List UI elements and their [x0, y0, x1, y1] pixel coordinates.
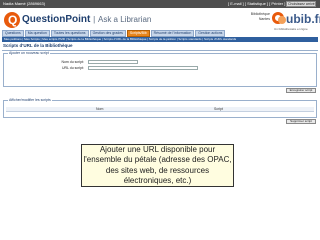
column-header-name[interactable]: Nom: [96, 107, 103, 112]
logo-text: QuestionPoint | Ask a Librarian: [22, 14, 151, 26]
script-table-header: Nom Script: [6, 107, 314, 112]
tab-summary[interactable]: Résumé de l'information: [150, 30, 195, 37]
language-select[interactable]: Choisissez arrivé: [286, 1, 316, 7]
annotation-callout: Ajouter une URL disponible pour l'ensemb…: [81, 144, 234, 187]
tab-scripts[interactable]: Scripts/Bib: [126, 30, 150, 37]
top-bar: Nadia Mamé (2869663) [ E-mail ] [ Statis…: [0, 0, 320, 8]
ubib-logo: ubib.fr Un bibliothécaire en ligne: [272, 10, 320, 38]
add-script-legend: Ajouter un nouveau script: [8, 51, 50, 55]
questionpoint-mark-icon: Q: [4, 12, 20, 28]
main-tabs: Questions Ma question Toutes les questio…: [2, 30, 226, 37]
tab-questions[interactable]: Questions: [2, 30, 24, 37]
questionpoint-logo[interactable]: Q QuestionPoint | Ask a Librarian: [4, 10, 151, 30]
tab-actions[interactable]: Gestion actions: [195, 30, 226, 37]
ubib-tagline: Un bibliothécaire en ligne: [274, 27, 308, 31]
institution-text: Bibliothèque Nantes: [250, 12, 270, 21]
delete-script-button[interactable]: Supprimer script: [286, 119, 316, 124]
script-name-input[interactable]: [88, 60, 138, 64]
script-list-panel: Afficher/modifier les scripts Nom Script: [3, 98, 317, 118]
logo-tagline: Ask a Librarian: [97, 15, 152, 24]
tab-my-question[interactable]: Ma question: [24, 30, 50, 37]
ubib-dot-icon: [278, 16, 286, 24]
save-script-button[interactable]: Enregistrer script: [286, 88, 316, 93]
callout-text: Ajouter une URL disponible pour l'ensemb…: [83, 144, 232, 186]
script-url-input[interactable]: [88, 66, 198, 70]
script-url-label: URL du script:: [61, 66, 84, 70]
script-list-legend: Afficher/modifier les scripts: [8, 98, 52, 102]
logo-name: QuestionPoint: [22, 14, 91, 25]
tab-grades[interactable]: Gestion des grades: [89, 30, 126, 37]
tab-all-questions[interactable]: Toutes les questions: [50, 30, 89, 37]
user-info: Nadia Mamé (2869663): [3, 1, 46, 6]
ubib-wordmark: ubib.fr: [286, 12, 320, 26]
top-links[interactable]: [ E-mail ] [ Statistique ] [ Printer ]: [228, 1, 285, 6]
column-header-script[interactable]: Script: [214, 107, 223, 112]
logo-separator: |: [93, 15, 96, 24]
add-script-panel: Ajouter un nouveau script Nom du script:…: [3, 51, 317, 87]
sub-navigation[interactable]: Mes pétitions | Mes Scripts | Mes script…: [2, 37, 318, 42]
page-title: Scripts d'URL de la Bibliothèque: [3, 43, 73, 48]
script-name-label: Nom du script:: [61, 60, 84, 64]
